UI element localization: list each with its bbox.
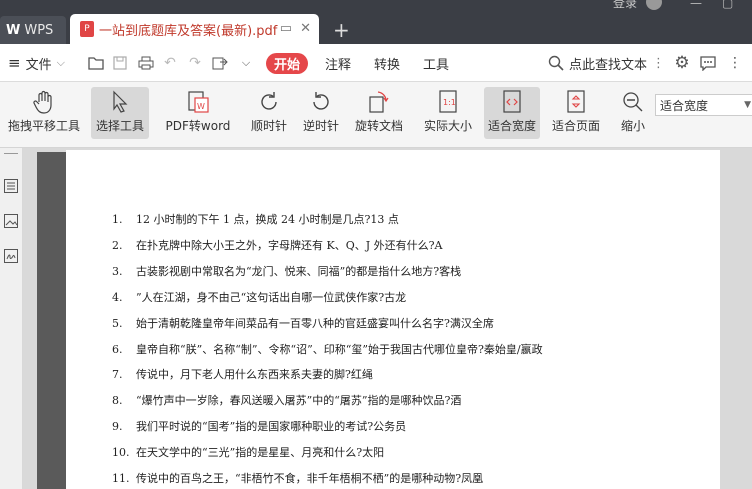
select-tool-button[interactable]: 选择工具	[91, 87, 149, 139]
chevron-down-icon: ⌵	[56, 56, 65, 69]
new-tab-icon[interactable]: +	[333, 18, 350, 42]
file-menu-label: 文件	[25, 57, 52, 73]
fit-page-label: 适合页面	[551, 119, 600, 133]
zoom-out-label: 缩小	[620, 119, 645, 133]
zoom-out-button[interactable]: 缩小	[618, 87, 648, 139]
maximize-icon[interactable]: ▢	[722, 0, 733, 10]
vertical-scrollbar[interactable]	[722, 148, 752, 489]
rotate-document-button[interactable]: 旋转文档	[352, 87, 406, 139]
rotate-counterclockwise-label: 逆时针	[302, 119, 339, 133]
pan-tool-label: 拖拽平移工具	[7, 119, 80, 133]
hand-icon	[33, 90, 52, 114]
pdf-file-icon: P	[80, 21, 94, 37]
select-tool-label: 选择工具	[95, 119, 144, 133]
signature-icon[interactable]	[3, 248, 19, 264]
zoom-level-value: 适合宽度	[660, 98, 709, 113]
svg-text:W: W	[197, 102, 205, 111]
list-item: 7. 传说中，月下老人用什么东西来系夫妻的脚?红绳	[112, 368, 373, 381]
redo-icon[interactable]: ↷	[185, 52, 205, 74]
tab-wps[interactable]: W WPS	[0, 16, 66, 44]
actual-size-label: 实际大小	[423, 119, 472, 133]
tab-convert[interactable]: 转换	[374, 44, 400, 82]
more-chevron-icon[interactable]: ⌵	[236, 52, 256, 74]
tab-document-label: 一站到底题库及答案(最新).pdf	[99, 23, 278, 39]
tab-tools[interactable]: 工具	[423, 44, 449, 82]
search-box[interactable]: 点此查找文本 ⋮	[548, 44, 665, 82]
undo-icon[interactable]: ↶	[160, 52, 180, 74]
sidebar-handle[interactable]	[4, 153, 18, 154]
pan-tool-button[interactable]: 拖拽平移工具	[6, 87, 82, 139]
open-folder-icon[interactable]	[86, 52, 106, 74]
fit-width-button[interactable]: 适合宽度	[484, 87, 540, 139]
fit-width-label: 适合宽度	[487, 119, 536, 133]
zoom-level-select[interactable]: 适合宽度 ▼	[655, 94, 752, 116]
list-item: 4. ”人在江湖，身不由己“这句话出自哪一位武侠作家?古龙	[112, 291, 407, 304]
pdf-to-word-button[interactable]: W PDF转word	[162, 87, 234, 139]
list-item: 6. 皇帝自称“朕”、名称“制”、令称“诏”、印称“玺”始于我国古代哪位皇帝?秦始…	[112, 343, 543, 356]
pdf-to-word-label: PDF转word	[165, 119, 231, 133]
comment-icon[interactable]	[698, 52, 718, 74]
print-icon[interactable]	[136, 52, 156, 74]
rotate-counterclockwise-button[interactable]: 逆时针	[299, 87, 343, 139]
pdf-to-word-icon: W	[188, 91, 209, 113]
rotate-counterclockwise-icon	[313, 92, 329, 110]
cursor-arrow-icon	[113, 90, 128, 113]
ribbon-toolbar: 拖拽平移工具 选择工具 W PDF转word 顺时针 逆时针 旋转文档 1:1 …	[0, 82, 752, 148]
tab-document[interactable]: P 一站到底题库及答案(最新).pdf ▭ ✕	[70, 14, 319, 44]
list-item: 8. “爆竹声中一岁除，春风送暖入屠苏”中的“屠苏”指的是哪种饮品?酒	[112, 394, 462, 407]
rotate-document-icon	[369, 91, 389, 113]
gear-icon[interactable]: ⚙	[672, 52, 692, 74]
save-icon[interactable]	[110, 52, 130, 74]
rotate-clockwise-button[interactable]: 顺时针	[247, 87, 291, 139]
list-item: 2. 在扑克牌中除大小王之外，字母牌还有 K、Q、J 外还有什么?A	[112, 239, 443, 252]
list-item: 5. 始于清朝乾隆皇帝年间菜品有一百零八种的官廷盛宴叫什么名字?满汉全席	[112, 317, 494, 330]
export-icon[interactable]	[210, 52, 230, 74]
hamburger-icon: ≡	[8, 54, 21, 72]
fit-page-icon	[567, 90, 585, 113]
tab-annotate[interactable]: 注释	[325, 44, 351, 82]
float-window-icon[interactable]: ▭	[280, 21, 292, 36]
fit-page-button[interactable]: 适合页面	[549, 87, 603, 139]
title-bar: 登录 — ▢ W WPS P 一站到底题库及答案(最新).pdf ▭ ✕ +	[0, 0, 752, 44]
avatar[interactable]	[646, 0, 662, 10]
tab-wps-label: WPS	[24, 22, 54, 38]
search-icon	[548, 55, 564, 71]
actual-size-icon: 1:1	[439, 90, 457, 113]
list-item: 1. 12 小时制的下午 1 点，换成 24 小时制是几点?13 点	[112, 213, 399, 226]
file-menu[interactable]: ≡ 文件 ⌵	[8, 44, 65, 82]
list-item: 3. 古装影视剧中常取名为“龙门、悦来、同福”的都是指什么地方?客栈	[112, 265, 462, 278]
minimize-icon[interactable]: —	[690, 0, 702, 10]
search-label: 点此查找文本	[569, 57, 648, 73]
wps-logo-icon: W	[6, 22, 21, 38]
thumbnail-image-icon[interactable]	[3, 213, 19, 229]
rotate-clockwise-label: 顺时针	[250, 119, 287, 133]
rotate-document-label: 旋转文档	[354, 119, 403, 133]
login-link[interactable]: 登录	[613, 0, 637, 11]
zoom-out-icon	[623, 92, 643, 112]
outline-icon[interactable]	[3, 178, 19, 194]
menu-bar: ≡ 文件 ⌵ ↶ ↷ ⌵ 开始 注释 转换 工具 点此查找文本 ⋮ ⚙ ⋮	[0, 44, 752, 82]
left-sidebar	[0, 148, 23, 489]
rotate-clockwise-icon	[261, 92, 277, 110]
list-item: 10. 在天文学中的“三光”指的是星星、月亮和什么?太阳	[112, 446, 385, 459]
more-vertical-icon[interactable]: ⋮	[652, 56, 665, 71]
list-item: 9. 我们平时说的“国考”指的是国家哪种职业的考试?公务员	[112, 420, 407, 433]
close-tab-icon[interactable]: ✕	[300, 21, 311, 36]
list-item: 11. 传说中的百鸟之王，“非梧竹不食，非千年梧桐不栖”的是哪种动物?凤凰	[112, 472, 484, 485]
actual-size-button[interactable]: 1:1 实际大小	[420, 87, 476, 139]
chevron-down-icon: ▼	[744, 100, 751, 110]
overflow-menu-icon[interactable]: ⋮	[725, 52, 745, 74]
fit-width-icon	[503, 90, 521, 113]
page-shadow	[37, 152, 67, 489]
svg-text:1:1: 1:1	[443, 98, 456, 107]
tab-start[interactable]: 开始	[266, 53, 308, 74]
